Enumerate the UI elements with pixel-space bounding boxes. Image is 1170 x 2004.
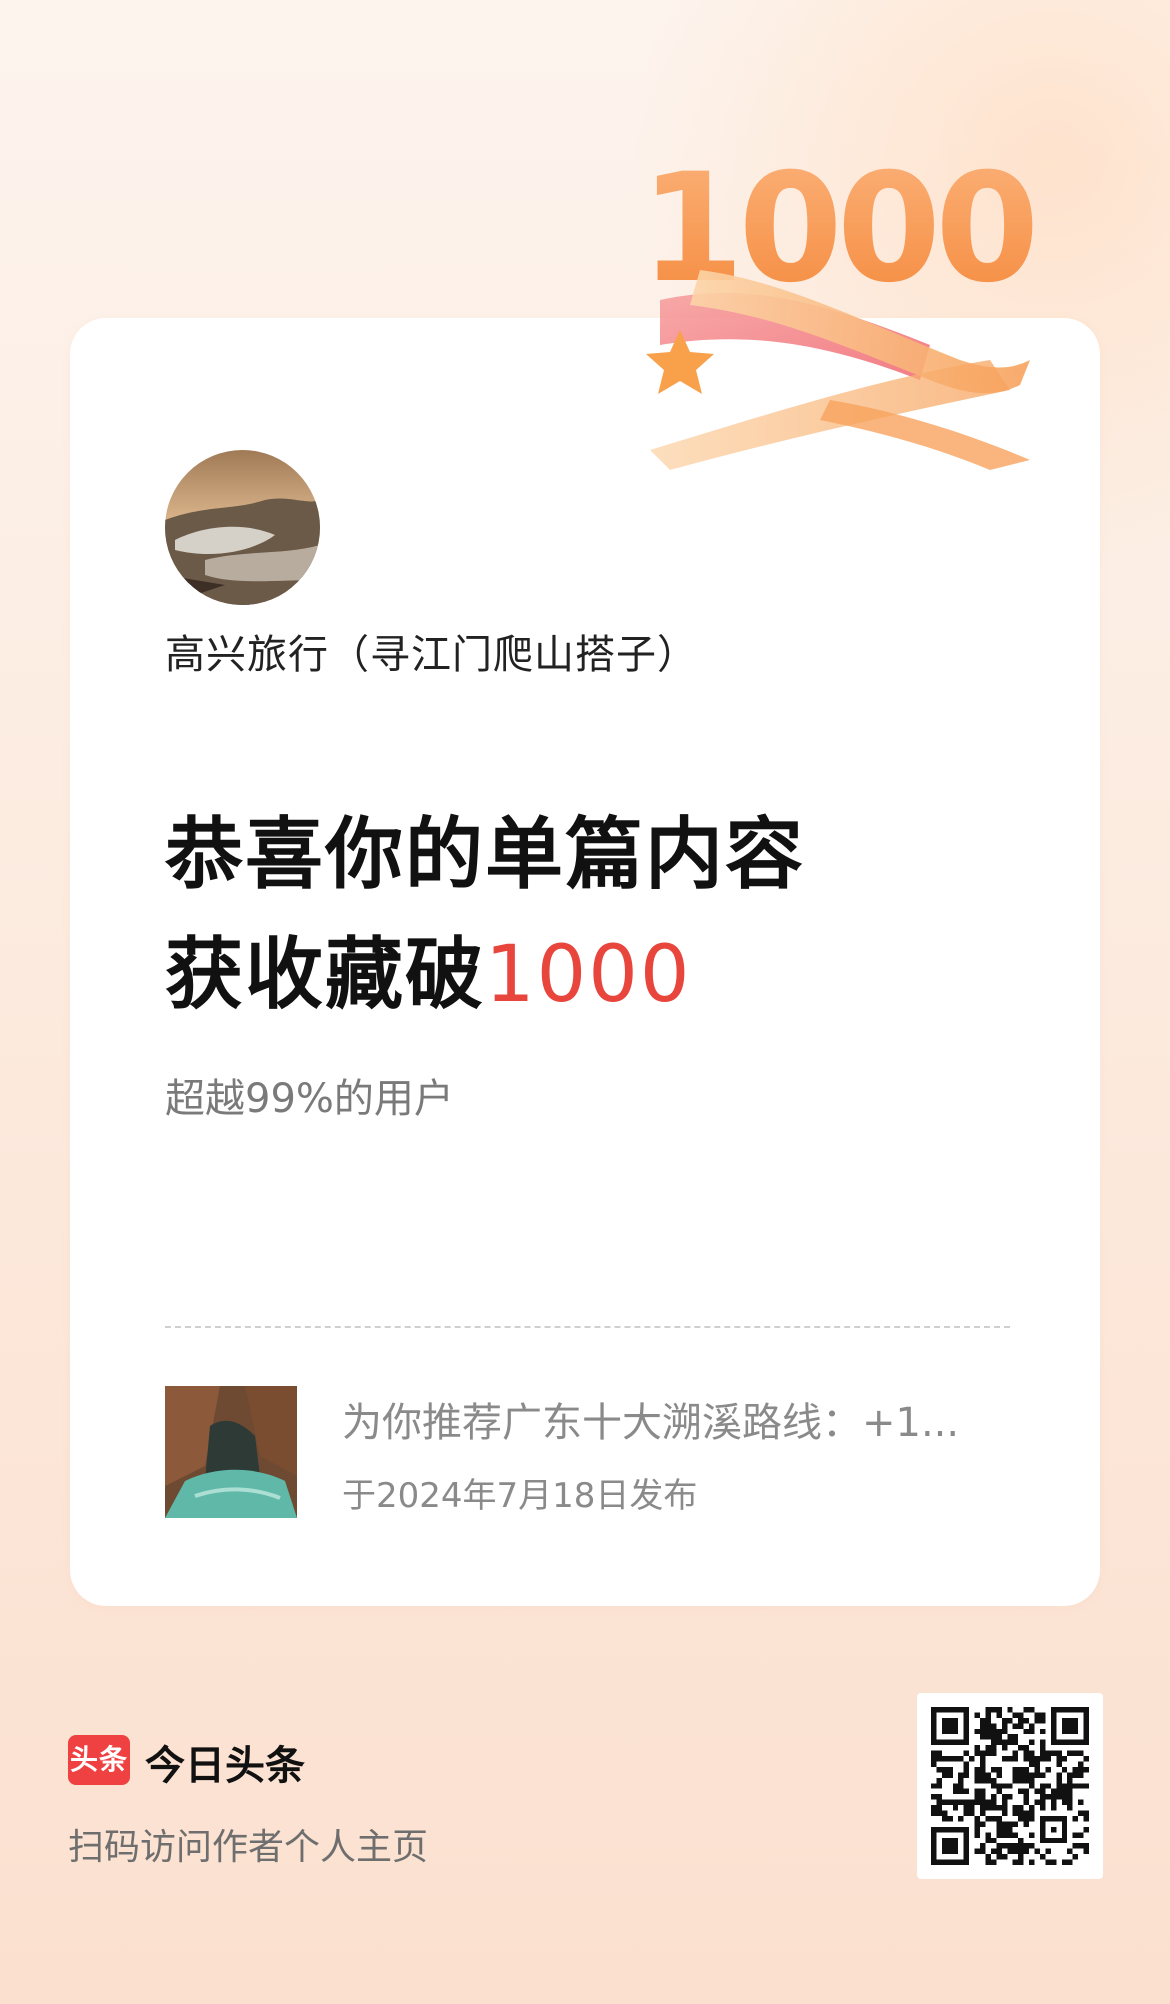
headline-number: 1000 <box>485 930 692 1020</box>
author-name[interactable]: 高兴旅行（寻江门爬山搭子） <box>165 622 698 680</box>
scan-hint-text: 扫码访问作者个人主页 <box>68 1827 429 1868</box>
author-avatar[interactable] <box>165 450 320 605</box>
article-date: 于2024年7月18日发布 <box>342 1476 698 1516</box>
headline-line-2: 获收藏破1000 <box>165 915 805 1035</box>
toutiao-logo-icon: 头条 <box>68 1735 130 1785</box>
article-title[interactable]: 为你推荐广东十大溯溪路线：+1... <box>342 1390 1002 1448</box>
achievement-headline: 恭喜你的单篇内容 获收藏破1000 <box>165 795 805 1035</box>
brand-name: 今日头条 <box>145 1743 305 1789</box>
article-thumbnail[interactable] <box>165 1386 297 1518</box>
percentile-text: 超越99%的用户 <box>165 1076 454 1122</box>
headline-prefix: 获收藏破 <box>165 930 486 1020</box>
qr-code[interactable] <box>917 1693 1103 1879</box>
ribbon-lower-right <box>820 400 1030 470</box>
dashed-divider <box>165 1326 1010 1328</box>
milestone-badge: 1000 <box>630 130 1050 470</box>
headline-line-1: 恭喜你的单篇内容 <box>165 810 806 900</box>
